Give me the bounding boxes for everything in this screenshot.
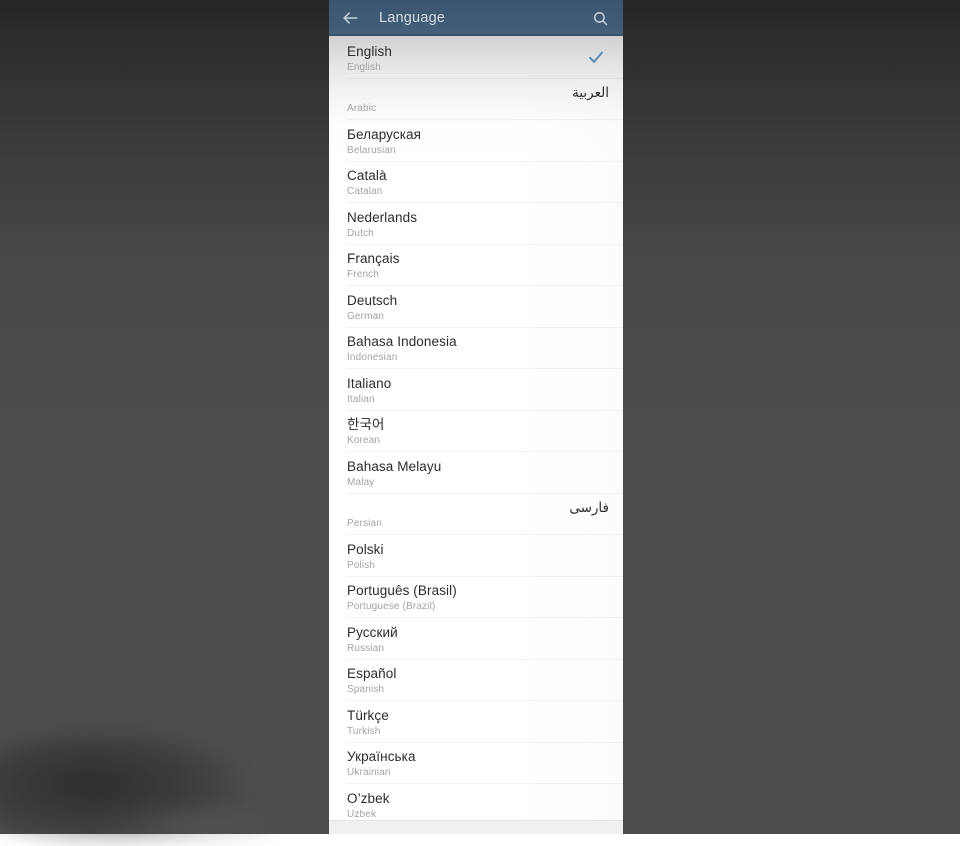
language-english-name: Spanish: [347, 683, 609, 697]
language-row[interactable]: FrançaisFrench: [329, 244, 623, 286]
language-english-name: Malay: [347, 476, 609, 490]
backdrop-blur-highlight: [95, 800, 285, 846]
language-row[interactable]: TürkçeTurkish: [329, 700, 623, 742]
language-english-name: Turkish: [347, 725, 609, 739]
check-icon: [587, 48, 605, 66]
language-native-name: Nederlands: [347, 210, 609, 226]
language-native-name: Deutsch: [347, 293, 609, 309]
language-native-name: فارسی: [347, 500, 609, 516]
language-native-name: العربية: [347, 85, 609, 101]
language-native-name: Italiano: [347, 376, 609, 392]
language-list-container: EnglishEnglishالعربيةArabicБеларускаяBel…: [329, 36, 623, 834]
phone-screen: Language EnglishEnglishالعربيةArabicБела…: [329, 0, 623, 834]
language-row[interactable]: EspañolSpanish: [329, 659, 623, 701]
language-english-name: Ukrainian: [347, 766, 609, 780]
language-row[interactable]: Português (Brasil)Portuguese (Brazil): [329, 576, 623, 618]
list-bottom-strip: [329, 820, 623, 834]
language-row[interactable]: БеларускаяBelarusian: [329, 119, 623, 161]
language-row[interactable]: EnglishEnglish: [329, 36, 623, 78]
language-row[interactable]: Bahasa IndonesiaIndonesian: [329, 327, 623, 369]
language-native-name: O’zbek: [347, 791, 609, 807]
language-row[interactable]: فارسیPersian: [329, 493, 623, 535]
language-english-name: Persian: [347, 517, 609, 531]
language-native-name: Español: [347, 666, 609, 682]
language-english-name: Indonesian: [347, 351, 609, 365]
language-english-name: English: [347, 61, 609, 75]
language-english-name: Polish: [347, 559, 609, 573]
language-english-name: Arabic: [347, 102, 609, 116]
language-native-name: Català: [347, 168, 609, 184]
language-native-name: Português (Brasil): [347, 583, 609, 599]
language-english-name: Portuguese (Brazil): [347, 600, 609, 614]
language-english-name: Catalan: [347, 185, 609, 199]
language-native-name: Polski: [347, 542, 609, 558]
language-row[interactable]: CatalàCatalan: [329, 161, 623, 203]
language-row[interactable]: РусскийRussian: [329, 617, 623, 659]
language-english-name: Belarusian: [347, 144, 609, 158]
language-row[interactable]: ItalianoItalian: [329, 368, 623, 410]
language-native-name: English: [347, 44, 609, 60]
search-icon[interactable]: [587, 5, 613, 31]
language-row[interactable]: УкраїнськаUkrainian: [329, 742, 623, 784]
language-row[interactable]: O’zbekUzbek: [329, 783, 623, 825]
language-row[interactable]: 한국어Korean: [329, 410, 623, 452]
language-english-name: German: [347, 310, 609, 324]
language-native-name: 한국어: [347, 417, 609, 433]
language-english-name: Italian: [347, 393, 609, 407]
language-row[interactable]: DeutschGerman: [329, 285, 623, 327]
language-english-name: Dutch: [347, 227, 609, 241]
language-native-name: Русский: [347, 625, 609, 641]
language-english-name: French: [347, 268, 609, 282]
language-native-name: Bahasa Indonesia: [347, 334, 609, 350]
page-title: Language: [379, 10, 587, 26]
language-row[interactable]: PolskiPolish: [329, 534, 623, 576]
language-native-name: Bahasa Melayu: [347, 459, 609, 475]
language-row[interactable]: Bahasa MelayuMalay: [329, 451, 623, 493]
language-native-name: Türkçe: [347, 708, 609, 724]
language-native-name: Беларуская: [347, 127, 609, 143]
app-bar: Language: [329, 0, 623, 36]
language-english-name: Russian: [347, 642, 609, 656]
language-native-name: Українська: [347, 749, 609, 765]
language-row[interactable]: العربيةArabic: [329, 78, 623, 120]
language-row[interactable]: NederlandsDutch: [329, 202, 623, 244]
language-native-name: Français: [347, 251, 609, 267]
language-english-name: Korean: [347, 434, 609, 448]
arrow-left-icon[interactable]: [337, 5, 363, 31]
language-list[interactable]: EnglishEnglishالعربيةArabicБеларускаяBel…: [329, 36, 623, 825]
